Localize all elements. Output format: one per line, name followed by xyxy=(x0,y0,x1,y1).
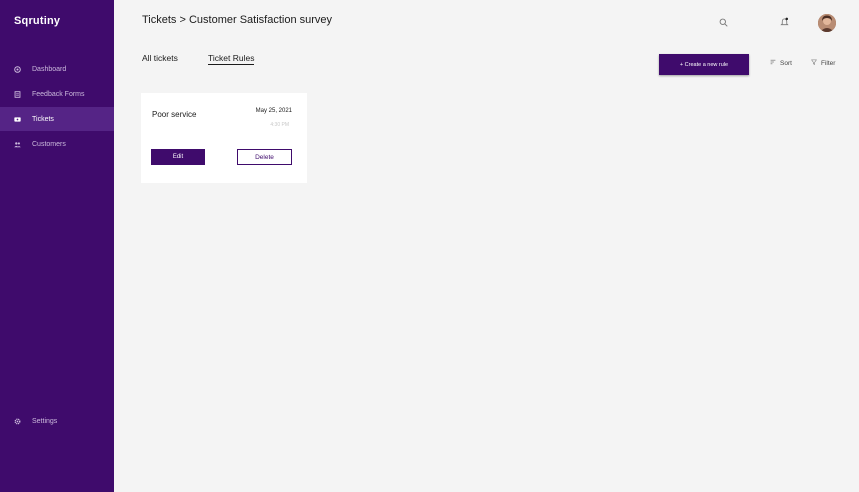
filter-label: Filter xyxy=(821,59,836,67)
bell-icon[interactable] xyxy=(780,17,789,27)
create-rule-button[interactable]: + Create a new rule xyxy=(659,54,749,75)
sidebar-item-label: Tickets xyxy=(32,115,54,123)
ticket-icon xyxy=(14,116,21,123)
rule-time: 4:30 PM xyxy=(270,122,289,128)
sidebar: Sqrutiny Dashboard Feedback Forms Ticket… xyxy=(0,0,114,492)
sidebar-item-label: Customers xyxy=(32,140,66,148)
rule-date: May 25, 2021 xyxy=(255,108,292,114)
rule-title: Poor service xyxy=(152,110,197,119)
sidebar-item-feedback-forms[interactable]: Feedback Forms xyxy=(0,82,114,106)
gear-icon xyxy=(14,418,21,425)
sidebar-item-label: Feedback Forms xyxy=(32,90,85,98)
users-icon xyxy=(14,141,21,148)
sidebar-item-label: Settings xyxy=(32,417,58,425)
sidebar-item-dashboard[interactable]: Dashboard xyxy=(0,57,114,81)
tab-all-tickets[interactable]: All tickets xyxy=(142,53,178,63)
dashboard-icon xyxy=(14,65,21,73)
sort-label: Sort xyxy=(780,59,792,67)
form-icon xyxy=(14,90,21,98)
sort-button[interactable]: Sort xyxy=(770,59,792,67)
filter-icon xyxy=(811,59,817,67)
edit-button[interactable]: Edit xyxy=(151,149,205,165)
tab-ticket-rules[interactable]: Ticket Rules xyxy=(208,53,255,65)
sidebar-item-settings[interactable]: Settings xyxy=(0,409,114,433)
sidebar-item-label: Dashboard xyxy=(32,65,67,73)
brand-logo[interactable]: Sqrutiny xyxy=(14,15,60,27)
sidebar-item-tickets[interactable]: Tickets xyxy=(0,107,114,131)
avatar[interactable] xyxy=(818,14,836,32)
delete-button[interactable]: Delete xyxy=(237,149,292,165)
sidebar-item-customers[interactable]: Customers xyxy=(0,132,114,156)
filter-button[interactable]: Filter xyxy=(811,59,835,67)
sort-icon xyxy=(770,59,776,67)
rule-card: Poor service May 25, 2021 4:30 PM Edit D… xyxy=(141,93,307,183)
breadcrumb: Tickets > Customer Satisfaction survey xyxy=(142,14,333,26)
search-icon[interactable] xyxy=(719,18,728,27)
